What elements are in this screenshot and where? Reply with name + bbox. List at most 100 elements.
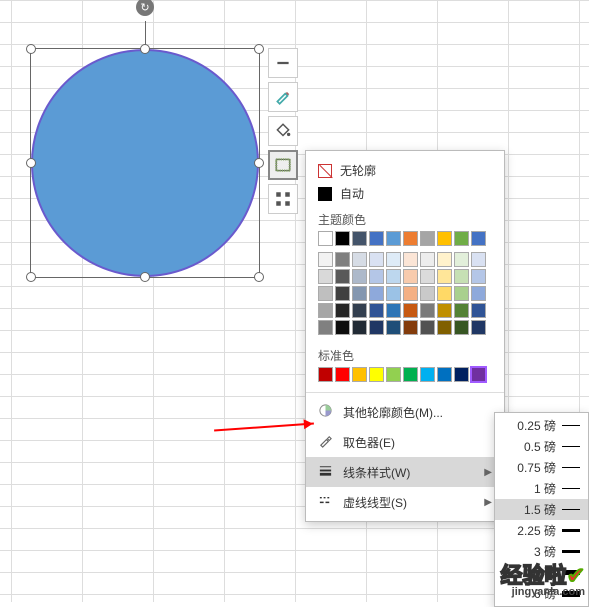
theme-shade-swatch[interactable] [335, 320, 350, 335]
theme-shade-swatch[interactable] [437, 320, 452, 335]
theme-shade-swatch[interactable] [437, 286, 452, 301]
theme-shade-swatch[interactable] [454, 252, 469, 267]
theme-shade-swatch[interactable] [420, 252, 435, 267]
theme-shade-swatch[interactable] [352, 320, 367, 335]
standard-color-swatch[interactable] [471, 367, 486, 382]
theme-shade-swatch[interactable] [386, 252, 401, 267]
theme-shade-swatch[interactable] [420, 286, 435, 301]
theme-shade-swatch[interactable] [352, 286, 367, 301]
standard-color-swatch[interactable] [420, 367, 435, 382]
theme-color-swatch[interactable] [335, 231, 350, 246]
theme-color-swatch[interactable] [437, 231, 452, 246]
theme-shade-swatch[interactable] [335, 303, 350, 318]
theme-shade-swatch[interactable] [352, 303, 367, 318]
standard-color-swatch[interactable] [437, 367, 452, 382]
theme-shade-swatch[interactable] [471, 286, 486, 301]
theme-color-swatch[interactable] [471, 231, 486, 246]
theme-color-swatch[interactable] [352, 231, 367, 246]
theme-shade-swatch[interactable] [454, 286, 469, 301]
standard-color-swatch[interactable] [403, 367, 418, 382]
theme-shade-swatch[interactable] [437, 252, 452, 267]
weight-option[interactable]: 0.75 磅 [495, 457, 588, 478]
theme-shade-swatch[interactable] [471, 320, 486, 335]
theme-shade-swatch[interactable] [318, 303, 333, 318]
theme-shade-swatch[interactable] [335, 269, 350, 284]
theme-color-swatch[interactable] [420, 231, 435, 246]
theme-shade-swatch[interactable] [471, 303, 486, 318]
shape-outline-button[interactable] [268, 150, 298, 180]
theme-color-swatch[interactable] [369, 231, 384, 246]
theme-shade-swatch[interactable] [471, 252, 486, 267]
more-options-button[interactable] [268, 184, 298, 214]
theme-shade-swatch[interactable] [403, 269, 418, 284]
theme-shade-swatch[interactable] [386, 320, 401, 335]
resize-handle-e[interactable] [254, 158, 264, 168]
theme-shade-swatch[interactable] [318, 286, 333, 301]
theme-shade-swatch[interactable] [386, 286, 401, 301]
theme-shade-swatch[interactable] [386, 269, 401, 284]
theme-shade-swatch[interactable] [386, 303, 401, 318]
theme-shade-swatch[interactable] [335, 252, 350, 267]
resize-handle-s[interactable] [140, 272, 150, 282]
theme-shade-swatch[interactable] [471, 269, 486, 284]
standard-color-swatch[interactable] [335, 367, 350, 382]
eyedropper-item[interactable]: 取色器(E) [306, 427, 504, 457]
circle-shape[interactable] [31, 49, 259, 277]
theme-shade-swatch[interactable] [335, 286, 350, 301]
theme-color-swatch[interactable] [386, 231, 401, 246]
resize-handle-se[interactable] [254, 272, 264, 282]
no-outline-item[interactable]: 无轮廓 [306, 159, 504, 182]
theme-shade-swatch[interactable] [369, 320, 384, 335]
theme-shade-swatch[interactable] [318, 269, 333, 284]
standard-color-swatch[interactable] [318, 367, 333, 382]
theme-shade-swatch[interactable] [454, 303, 469, 318]
theme-shade-swatch[interactable] [420, 320, 435, 335]
standard-color-swatch[interactable] [352, 367, 367, 382]
weight-option[interactable]: 1.5 磅 [495, 499, 588, 520]
theme-colors-label: 主题颜色 [306, 205, 504, 231]
theme-shade-swatch[interactable] [318, 320, 333, 335]
theme-shade-swatch[interactable] [420, 303, 435, 318]
resize-handle-n[interactable] [140, 44, 150, 54]
standard-color-swatch[interactable] [369, 367, 384, 382]
weight-option[interactable]: 3 磅 [495, 541, 588, 562]
theme-color-swatch[interactable] [403, 231, 418, 246]
theme-shade-swatch[interactable] [403, 320, 418, 335]
weight-option[interactable]: 2.25 磅 [495, 520, 588, 541]
auto-outline-item[interactable]: 自动 [306, 182, 504, 205]
line-dashes-item[interactable]: 虚线线型(S) ▶ [306, 487, 504, 517]
resize-handle-sw[interactable] [26, 272, 36, 282]
more-colors-item[interactable]: 其他轮廓颜色(M)... [306, 397, 504, 427]
resize-handle-nw[interactable] [26, 44, 36, 54]
theme-shade-swatch[interactable] [403, 303, 418, 318]
weight-option[interactable]: 0.25 磅 [495, 415, 588, 436]
theme-shade-swatch[interactable] [352, 269, 367, 284]
theme-shade-swatch[interactable] [454, 320, 469, 335]
theme-shade-swatch[interactable] [420, 269, 435, 284]
format-painter-button[interactable] [268, 82, 298, 112]
weight-option[interactable]: 1 磅 [495, 478, 588, 499]
theme-shade-swatch[interactable] [403, 286, 418, 301]
standard-color-swatch[interactable] [386, 367, 401, 382]
theme-shade-swatch[interactable] [352, 252, 367, 267]
theme-shade-swatch[interactable] [437, 269, 452, 284]
standard-color-swatch[interactable] [454, 367, 469, 382]
weight-preview [562, 441, 580, 453]
theme-color-swatch[interactable] [454, 231, 469, 246]
theme-shade-swatch[interactable] [454, 269, 469, 284]
theme-shade-swatch[interactable] [369, 303, 384, 318]
collapse-button[interactable] [268, 48, 298, 78]
theme-shade-swatch[interactable] [318, 252, 333, 267]
shape-fill-button[interactable] [268, 116, 298, 146]
weight-option[interactable]: 0.5 磅 [495, 436, 588, 457]
theme-shade-swatch[interactable] [369, 286, 384, 301]
theme-shade-swatch[interactable] [369, 269, 384, 284]
resize-handle-ne[interactable] [254, 44, 264, 54]
line-weight-item[interactable]: 线条样式(W) ▶ [306, 457, 504, 487]
theme-shade-swatch[interactable] [369, 252, 384, 267]
theme-shade-swatch[interactable] [437, 303, 452, 318]
theme-shade-swatch[interactable] [403, 252, 418, 267]
shape-selection-box[interactable]: ↻ [30, 48, 260, 278]
theme-color-swatch[interactable] [318, 231, 333, 246]
resize-handle-w[interactable] [26, 158, 36, 168]
